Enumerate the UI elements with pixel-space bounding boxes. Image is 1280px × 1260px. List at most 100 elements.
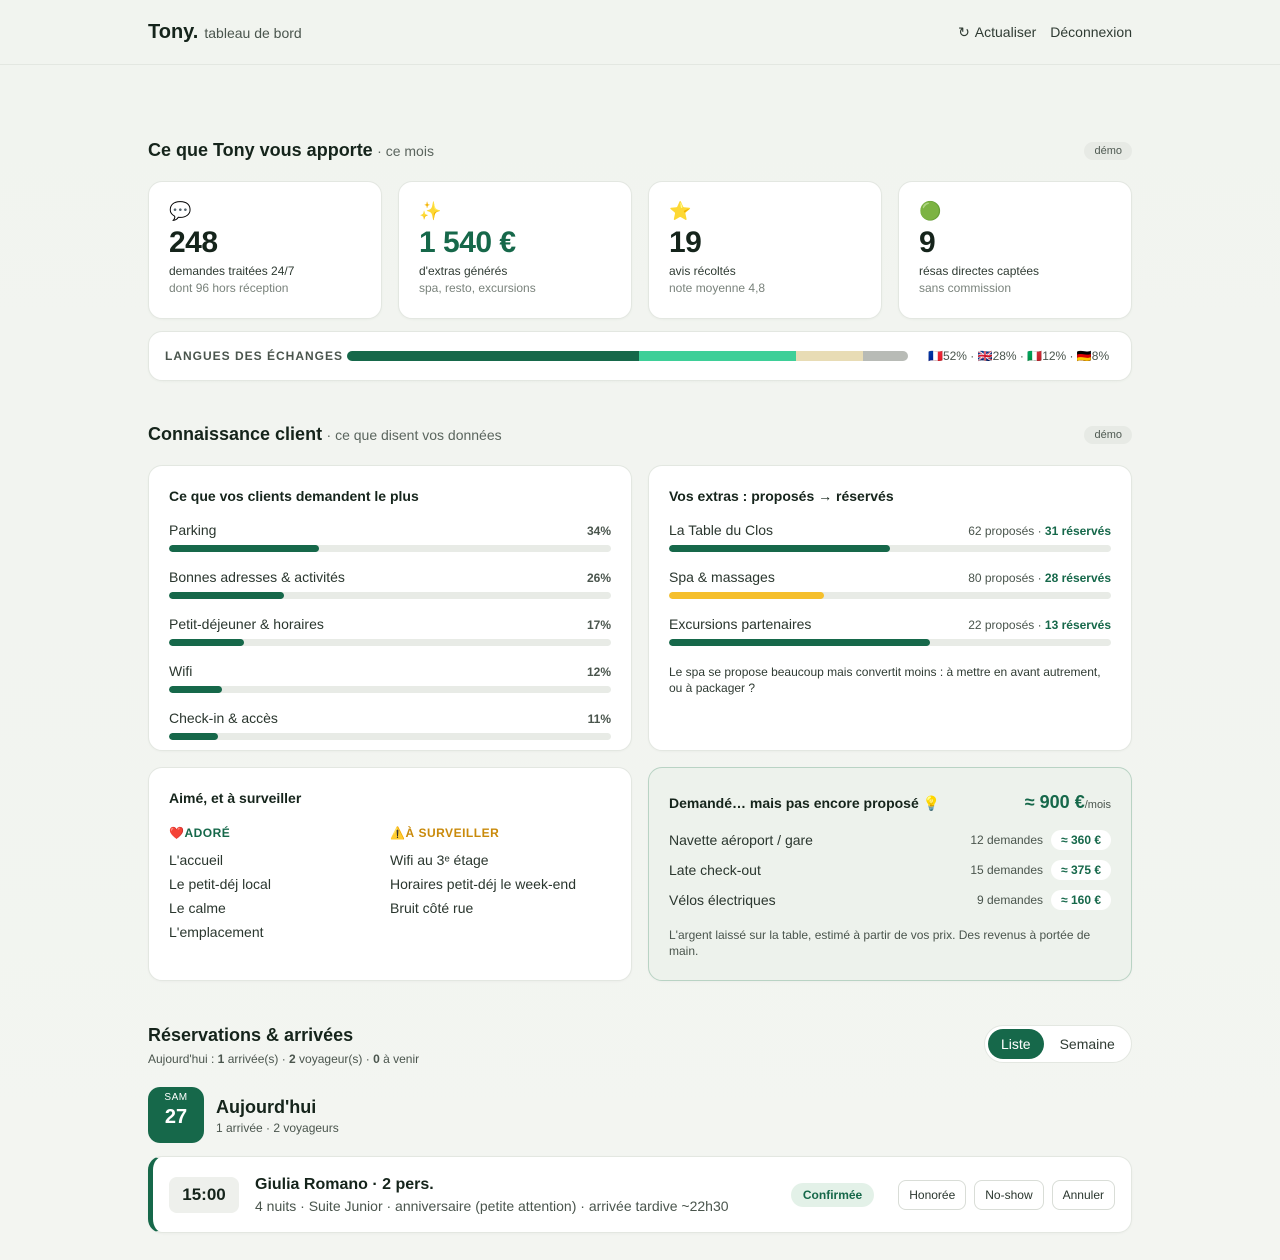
language-segment	[347, 351, 639, 361]
extra-row: La Table du Clos 62 proposés · 31 réservé…	[669, 522, 1111, 552]
request-row: Check-in & accès 11%	[169, 710, 611, 740]
extra-meta: 22 proposés · 13 réservés	[968, 618, 1111, 632]
loved-item: Le calme	[169, 900, 226, 916]
request-row-head: Petit-déjeuner & horaires 17%	[169, 616, 611, 632]
top-actions: ↻ Actualiser Déconnexion	[958, 24, 1132, 41]
demo-badge: démo	[1084, 141, 1132, 160]
view-week-button[interactable]: Semaine	[1044, 1029, 1128, 1059]
kpi-card-extras: ✨ 1 540 € d'extras générés spa, resto, e…	[398, 181, 632, 319]
no-show-button[interactable]: No-show	[974, 1179, 1044, 1210]
missing-offers-list: Navette aéroport / gare 12 demandes ≈ 360 …	[669, 825, 1111, 915]
request-bar-track	[169, 545, 611, 552]
request-row: Bonnes adresses & activités 26%	[169, 569, 611, 599]
date-number: 27	[164, 1106, 188, 1128]
kpi-value: 9	[919, 226, 936, 259]
request-row: Petit-déjeuner & horaires 17%	[169, 616, 611, 646]
kpi-card-reviews: ⭐ 19 avis récoltés note moyenne 4,8	[648, 181, 882, 319]
extra-label: La Table du Clos	[669, 522, 774, 538]
missing-offer-count: 9 demandes	[977, 893, 1044, 907]
extra-row: Spa & massages 80 proposés · 28 réservés	[669, 569, 1111, 599]
top-requests-list: Parking 34% Bonnes adresses & activités 26%…	[169, 522, 611, 740]
missing-offer-row: Navette aéroport / gare 12 demandes ≈ 360 …	[669, 825, 1111, 855]
extra-bar-fill	[669, 592, 824, 599]
extra-bar-fill	[669, 639, 930, 646]
green-circle-icon: 🟢	[919, 201, 942, 221]
missing-offer-label: Navette aéroport / gare	[669, 832, 813, 848]
request-row-head: Wifi 12%	[169, 663, 611, 679]
watch-heading: ⚠️À SURVEILLER	[390, 826, 500, 840]
request-label: Wifi	[169, 663, 193, 679]
missing-offers-title: Demandé… mais pas encore proposé 💡	[669, 795, 941, 811]
missing-offer-row: Vélos électriques 9 demandes ≈ 160 €	[669, 885, 1111, 915]
status-badge: Confirmée	[790, 1182, 875, 1207]
watch-item: Bruit côté rue	[390, 900, 474, 916]
feedback-card: Aimé, et à surveiller ❤️ADORÉ L'accueil L…	[148, 767, 632, 981]
feedback-columns: ❤️ADORÉ L'accueil Le petit-déj local Le ca…	[169, 826, 611, 944]
missing-offer-values: 15 demandes ≈ 375 €	[970, 860, 1111, 880]
loved-heading: ❤️ADORÉ	[169, 826, 231, 840]
missing-offer-values: 12 demandes ≈ 360 €	[970, 830, 1111, 850]
missing-offer-count: 15 demandes	[970, 863, 1044, 877]
star-icon: ⭐	[669, 201, 692, 221]
reservations-title: Réservations & arrivées	[148, 1025, 354, 1045]
watch-list: Wifi au 3ᵉ étage Horaires petit-déj le we…	[390, 848, 611, 920]
extra-label: Spa & massages	[669, 569, 775, 585]
request-percent: 34%	[586, 524, 611, 538]
reservation-details: 4 nuits · Suite Junior · anniversaire (p…	[255, 1197, 729, 1214]
missing-offer-count: 12 demandes	[970, 833, 1044, 847]
extra-booked: 13 réservés	[1044, 618, 1111, 632]
day-title: Aujourd'hui	[216, 1097, 317, 1117]
summary-guests-count: 2	[289, 1052, 296, 1066]
loved-item: Le petit-déj local	[169, 876, 271, 892]
logout-button[interactable]: Déconnexion	[1050, 24, 1132, 41]
honored-button[interactable]: Honorée	[898, 1179, 967, 1210]
language-segment	[638, 351, 796, 361]
request-bar-track	[169, 592, 611, 599]
demo-badge: démo	[1084, 425, 1132, 444]
extra-booked: 28 réservés	[1044, 571, 1111, 585]
missing-offer-amount: ≈ 160 €	[1051, 890, 1111, 910]
kpi-card-direct-bookings: 🟢 9 résas directes captées sans commissi…	[898, 181, 1132, 319]
impact-header: Ce que Tony vous apporte · ce mois démo	[148, 140, 1132, 161]
reservation-card: 15:00 Giulia Romano · 2 pers. 4 nuits · …	[148, 1156, 1132, 1233]
loved-column: ❤️ADORÉ L'accueil Le petit-déj local Le ca…	[169, 826, 390, 944]
extra-offered: 22 proposés ·	[968, 618, 1045, 632]
extras-list: La Table du Clos 62 proposés · 31 réservé…	[669, 522, 1111, 646]
refresh-icon: ↻	[958, 23, 970, 40]
day-subtitle: 1 arrivée · 2 voyageurs	[216, 1121, 339, 1135]
reservations-summary: Aujourd'hui : 1 arrivée(s) · 2 voyageur(…	[148, 1052, 419, 1066]
request-label: Check-in & accès	[169, 710, 278, 726]
extra-booked: 31 réservés	[1044, 524, 1111, 538]
request-percent: 12%	[586, 665, 611, 679]
missing-offer-row: Late check-out 15 demandes ≈ 375 €	[669, 855, 1111, 885]
request-label: Parking	[169, 522, 217, 538]
missing-offers-total: ≈ 900 €/mois	[1025, 792, 1111, 813]
cancel-button[interactable]: Annuler	[1051, 1179, 1115, 1210]
extra-meta: 62 proposés · 31 réservés	[968, 524, 1111, 538]
top-requests-card: Ce que vos clients demandent le plus Par…	[148, 465, 632, 751]
languages-title: LANGUES DES ÉCHANGES	[165, 349, 344, 363]
missing-offer-amount: ≈ 375 €	[1051, 860, 1111, 880]
insight-header: Connaissance client · ce que disent vos …	[148, 424, 1132, 445]
reservations-header: Réservations & arrivées Aujourd'hui : 1 …	[148, 1025, 419, 1066]
request-bar-track	[169, 639, 611, 646]
view-list-button[interactable]: Liste	[988, 1029, 1044, 1059]
kpi-value: 1 540 €	[419, 226, 516, 259]
missing-offers-card: Demandé… mais pas encore proposé 💡 ≈ 900…	[648, 767, 1132, 981]
extras-note: Le spa se propose beaucoup mais converti…	[669, 665, 1101, 695]
insight-title: Connaissance client	[148, 424, 323, 444]
request-percent: 17%	[586, 618, 611, 632]
kpi-label: avis récoltés	[669, 264, 736, 278]
missing-total-unit: /mois	[1084, 799, 1111, 811]
extra-offered: 80 proposés ·	[968, 571, 1045, 585]
request-bar-track	[169, 686, 611, 693]
summary-arrivals-text: arrivée(s) ·	[224, 1052, 290, 1066]
summary-prefix: Aujourd'hui :	[148, 1052, 218, 1066]
language-segment	[795, 351, 864, 361]
speech-bubble-icon: 💬	[169, 201, 192, 221]
impact-title: Ce que Tony vous apporte	[148, 140, 373, 160]
request-row-head: Check-in & accès 11%	[169, 710, 611, 726]
missing-offer-amount: ≈ 360 €	[1051, 830, 1111, 850]
refresh-button[interactable]: ↻ Actualiser	[958, 24, 1036, 41]
extra-bar-track	[669, 592, 1111, 599]
